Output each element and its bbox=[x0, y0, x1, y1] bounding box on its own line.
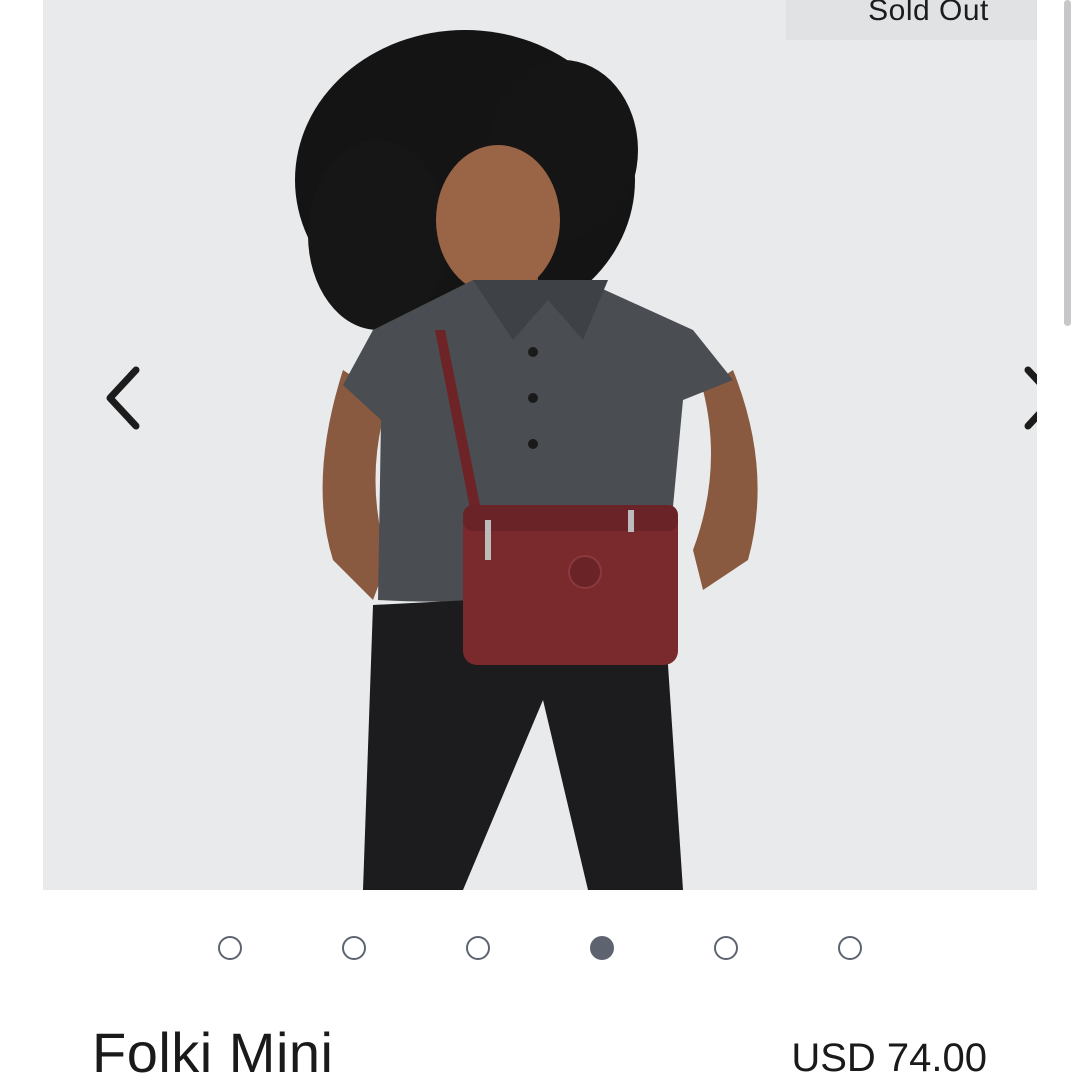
product-name: Folki Mini bbox=[92, 1021, 334, 1080]
carousel-dot-4[interactable] bbox=[590, 936, 614, 960]
carousel-indicators bbox=[0, 936, 1080, 964]
next-image-button[interactable] bbox=[1006, 360, 1037, 436]
chevron-right-icon bbox=[1024, 366, 1037, 430]
sold-out-badge: Sold Out bbox=[786, 0, 1037, 40]
previous-image-button[interactable] bbox=[98, 360, 158, 436]
carousel-dot-2[interactable] bbox=[342, 936, 366, 960]
product-price: USD 74.00 bbox=[791, 1036, 987, 1080]
product-page: Sold Out Folki Mini USD 74.00 bbox=[0, 0, 1080, 1080]
carousel-dot-6[interactable] bbox=[838, 936, 862, 960]
product-image-gallery[interactable]: Sold Out bbox=[43, 0, 1037, 890]
product-photo bbox=[43, 0, 1037, 890]
chevron-left-icon bbox=[106, 366, 140, 430]
carousel-dot-5[interactable] bbox=[714, 936, 738, 960]
carousel-dot-3[interactable] bbox=[466, 936, 490, 960]
page-scrollbar[interactable] bbox=[1064, 0, 1071, 326]
carousel-dot-1[interactable] bbox=[218, 936, 242, 960]
sold-out-label: Sold Out bbox=[868, 0, 989, 27]
